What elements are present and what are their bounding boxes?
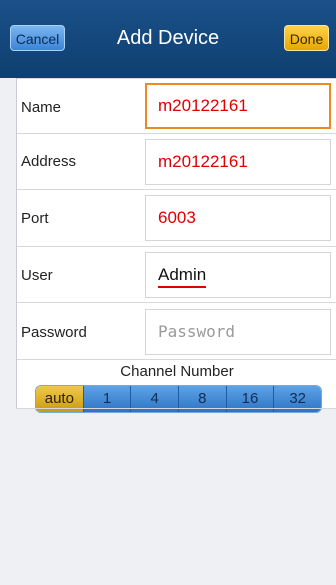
page-title: Add Device bbox=[116, 27, 220, 49]
name-label: Name bbox=[21, 99, 62, 116]
port-field[interactable]: 6003 bbox=[145, 195, 331, 241]
device-form: Name m20122161 Address m20122161 Port 60… bbox=[16, 78, 336, 413]
channel-number-title: Channel Number bbox=[120, 363, 234, 380]
form-bottom-divider bbox=[16, 408, 336, 409]
address-label: Address bbox=[21, 153, 77, 170]
user-field[interactable]: Admin bbox=[145, 252, 331, 298]
user-label: User bbox=[21, 267, 53, 284]
name-row: Name m20122161 bbox=[17, 78, 336, 134]
address-row: Address m20122161 bbox=[17, 133, 336, 190]
address-field[interactable]: m20122161 bbox=[145, 139, 331, 185]
password-label: Password bbox=[21, 324, 87, 341]
done-button[interactable]: Done bbox=[284, 25, 329, 51]
port-label: Port bbox=[21, 210, 49, 227]
user-value: Admin bbox=[158, 265, 207, 288]
cancel-button[interactable]: Cancel bbox=[10, 25, 65, 51]
user-row: User Admin bbox=[17, 246, 336, 303]
password-field[interactable]: Password bbox=[145, 309, 331, 355]
name-field[interactable]: m20122161 bbox=[145, 83, 331, 129]
nav-bar: Cancel Add Device Done bbox=[0, 0, 336, 78]
port-row: Port 6003 bbox=[17, 189, 336, 247]
password-row: Password Password bbox=[17, 302, 336, 360]
